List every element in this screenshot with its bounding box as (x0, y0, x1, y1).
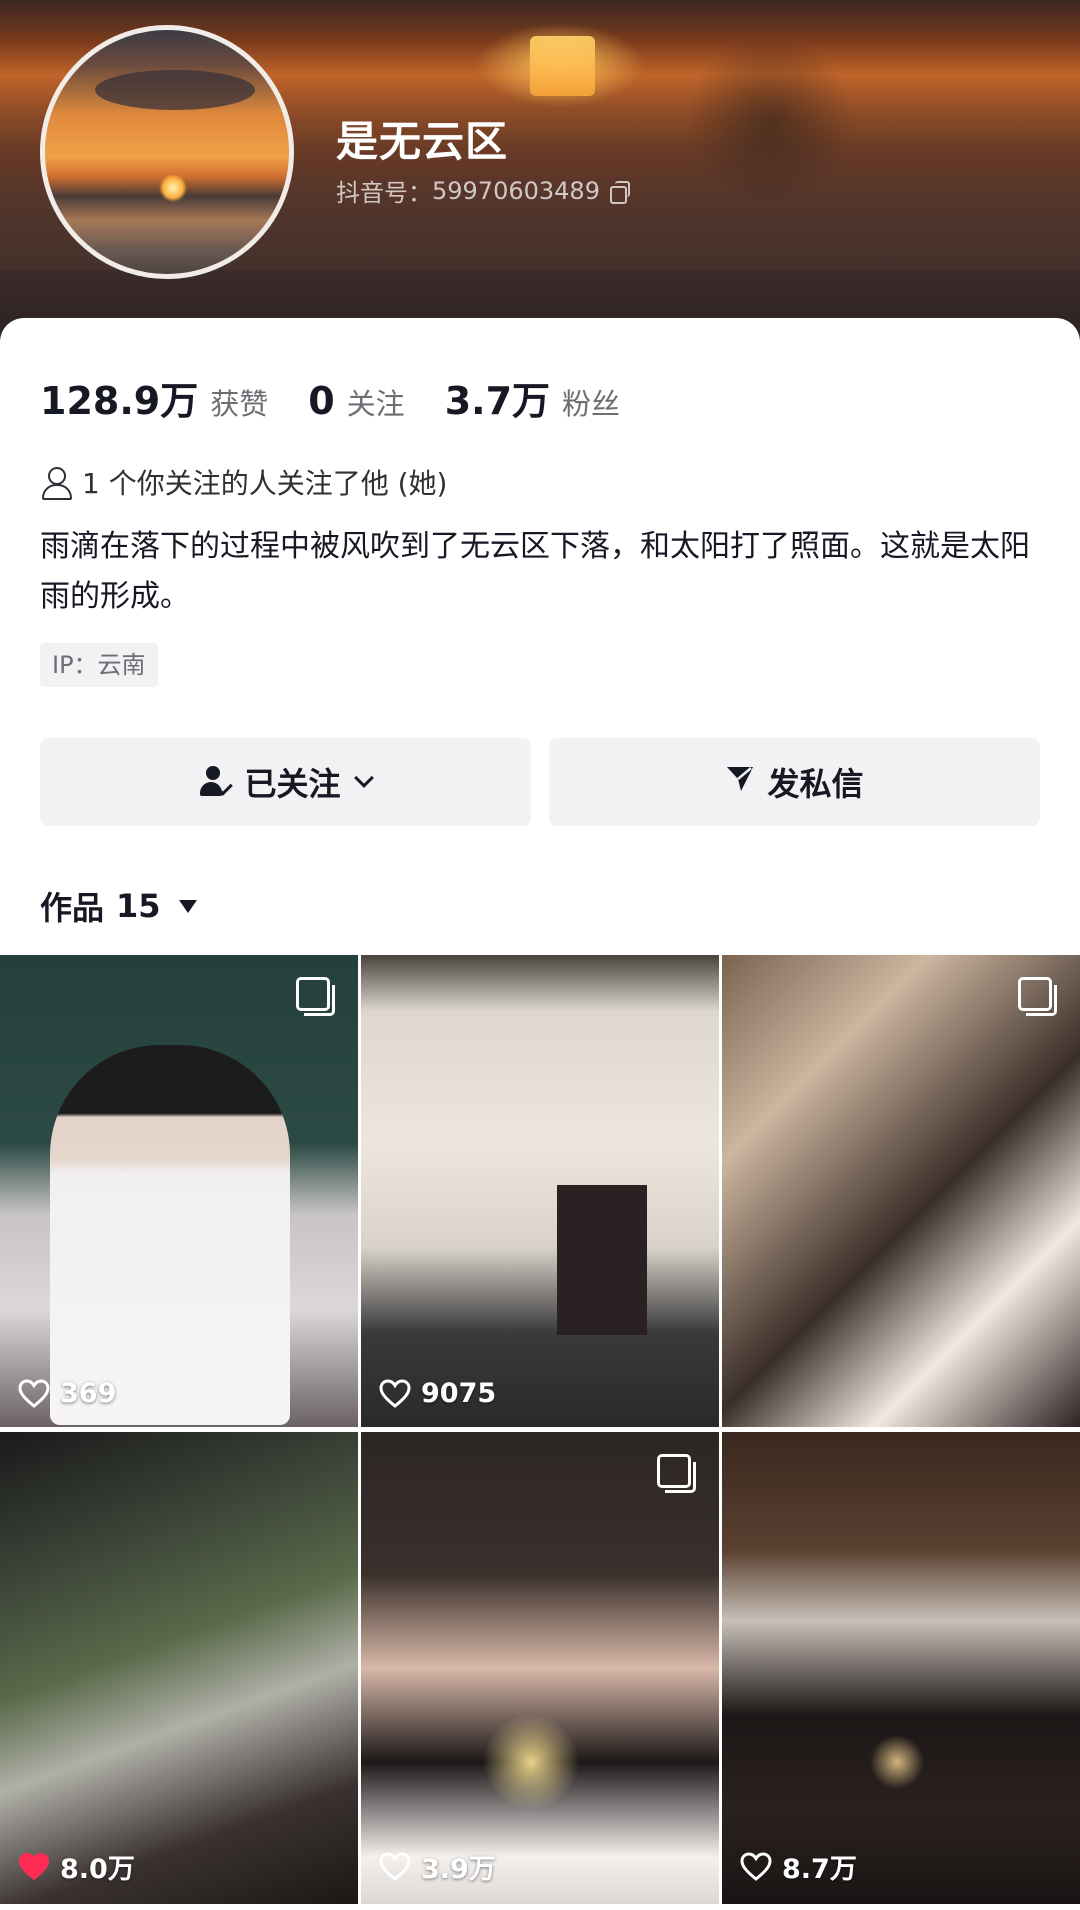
banner-sun (530, 36, 595, 96)
douyin-id-label: 抖音号： (336, 179, 432, 207)
multi-image-icon (296, 977, 335, 1016)
video-likes: 8.0万 (18, 1847, 135, 1886)
video-likes-count: 8.0万 (60, 1854, 135, 1885)
douyin-id[interactable]: 抖音号： 59970603489 (336, 173, 630, 208)
video-tile[interactable]: 8.7万 (722, 1432, 1080, 1904)
followed-button[interactable]: 已关注 (40, 738, 531, 826)
heart-outline-icon (18, 1378, 50, 1409)
video-tile[interactable]: 369 (0, 955, 358, 1427)
followed-button-label: 已关注 (244, 765, 341, 803)
stat-likes[interactable]: 128.9万 获赞 (40, 370, 268, 425)
stats-row: 128.9万 获赞 0 关注 3.7万 粉丝 (40, 370, 660, 425)
followed-user-icon (200, 766, 234, 798)
banner-tree (640, 0, 900, 260)
copy-icon[interactable] (608, 180, 630, 204)
video-likes-count: 3.9万 (421, 1854, 496, 1885)
multi-image-icon (657, 1454, 696, 1493)
stat-followers[interactable]: 3.7万 粉丝 (445, 370, 620, 425)
chevron-down-icon (353, 768, 374, 788)
video-likes-count: 369 (60, 1378, 117, 1409)
heart-outline-icon (740, 1851, 772, 1882)
person-icon (40, 465, 72, 500)
heart-outline-icon (379, 1851, 411, 1882)
heart-outline-icon (379, 1378, 411, 1409)
douyin-id-value: 59970603489 (432, 176, 600, 205)
video-likes-count: 9075 (421, 1378, 497, 1409)
video-grid: 369 9075 8.0万 3.9万 8.7万 (0, 955, 1080, 1904)
video-tile[interactable]: 9075 (361, 955, 719, 1427)
video-tile[interactable] (722, 955, 1080, 1427)
stat-following-value: 0 (308, 379, 335, 423)
video-tile[interactable]: 3.9万 (361, 1432, 719, 1904)
works-tab-label: 作品 (40, 889, 105, 927)
video-tile[interactable]: 8.0万 (0, 1432, 358, 1904)
avatar[interactable] (40, 25, 294, 279)
ip-location-tag: IP：云南 (40, 643, 158, 687)
nickname: 是无云区 (336, 117, 509, 166)
message-button[interactable]: 发私信 (549, 738, 1040, 826)
video-likes: 9075 (379, 1378, 496, 1409)
stat-likes-value: 128.9万 (40, 379, 199, 423)
works-tab-count: 15 (116, 887, 161, 925)
mutual-follow[interactable]: 1 个你关注的人关注了他 (她) (40, 462, 447, 502)
action-buttons: 已关注 发私信 (40, 738, 1040, 826)
stat-following[interactable]: 0 关注 (308, 379, 404, 423)
video-likes: 3.9万 (379, 1847, 496, 1886)
video-likes: 369 (18, 1378, 116, 1409)
dropdown-triangle-icon (178, 899, 197, 913)
tab-works[interactable]: 作品 15 (40, 883, 197, 929)
video-likes: 8.7万 (740, 1847, 857, 1886)
multi-image-icon (1018, 977, 1057, 1016)
stat-followers-value: 3.7万 (444, 379, 551, 423)
stat-following-label: 关注 (346, 387, 405, 421)
stat-followers-label: 粉丝 (562, 387, 621, 421)
heart-filled-icon (18, 1852, 50, 1882)
message-button-label: 发私信 (767, 765, 864, 803)
video-likes-count: 8.7万 (782, 1854, 857, 1885)
send-icon (725, 763, 755, 801)
stat-likes-label: 获赞 (210, 387, 269, 421)
mutual-follow-text: 1 个你关注的人关注了他 (她) (82, 467, 448, 500)
profile-header-banner: 是无云区 抖音号： 59970603489 (0, 0, 1080, 340)
bio: 雨滴在落下的过程中被风吹到了无云区下落，和太阳打了照面。这就是太阳雨的形成。 (40, 529, 1030, 614)
